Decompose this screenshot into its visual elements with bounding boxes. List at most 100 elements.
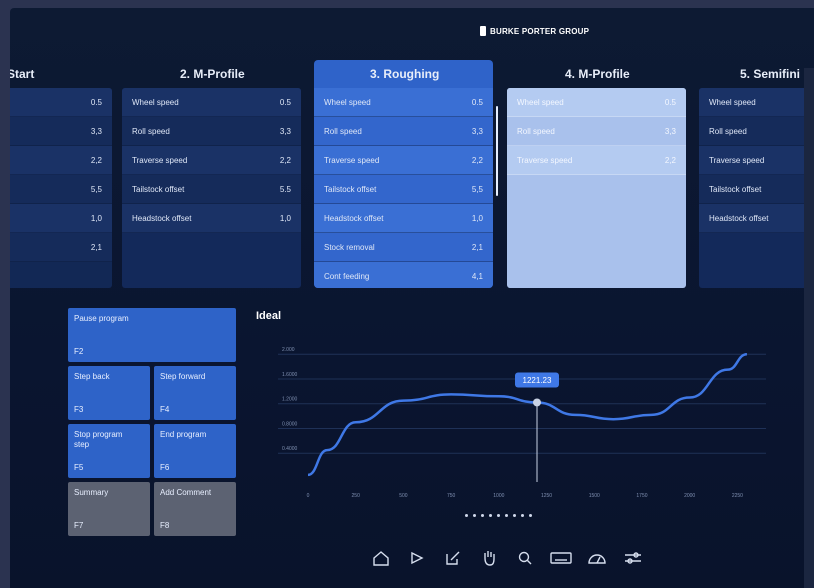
cursor-value-label: 1221.23 [523, 376, 552, 385]
param-row[interactable]: Roll speed 3,3 [507, 117, 686, 146]
param-row[interactable]: Wheel speed [699, 88, 814, 117]
param-value: 2,2 [664, 155, 676, 165]
param-value: 2,2 [90, 155, 102, 165]
step-card-3[interactable]: Wheel speed 0.5 Roll speed 3,3 Traverse spee… [314, 60, 493, 288]
settings-icon[interactable] [622, 548, 644, 568]
step-title-5[interactable]: 5. Semifini [740, 67, 800, 81]
step-title-2[interactable]: 2. M-Profile [180, 67, 245, 81]
step-forward-button[interactable]: Step forward F4 [154, 366, 236, 420]
step-title-3[interactable]: 3. Roughing [370, 67, 439, 81]
param-value: 2,1 [471, 242, 483, 252]
param-row[interactable]: Stock removal 2,1 [314, 233, 493, 262]
step-back-key: F3 [74, 405, 84, 414]
page-dot[interactable] [505, 514, 508, 517]
step-card-2[interactable]: Wheel speed 0.5 Roll speed 3,3 Traverse spee… [122, 88, 301, 288]
x-tick-label: 1000 [493, 493, 504, 499]
param-row[interactable]: Wheel speed 0.5 [122, 88, 301, 117]
param-row[interactable]: Headstock offset [699, 204, 814, 233]
param-label: Tailstock offset [324, 184, 377, 194]
page-dot[interactable] [513, 514, 516, 517]
x-tick-label: 750 [447, 493, 456, 499]
page-dot[interactable] [465, 514, 468, 517]
param-row[interactable]: 1,0 [10, 204, 112, 233]
param-value: 5,5 [90, 184, 102, 194]
add-comment-button[interactable]: Add Comment F8 [154, 482, 236, 536]
param-row[interactable]: Wheel speed 0.5 [507, 88, 686, 117]
param-label: Headstock offset [132, 213, 192, 223]
edit-icon[interactable] [442, 548, 464, 568]
page-dot[interactable] [521, 514, 524, 517]
page-dot[interactable] [481, 514, 484, 517]
brand-mark-icon [480, 26, 486, 36]
param-value: 0.5 [90, 97, 102, 107]
param-label: Roll speed [517, 126, 555, 136]
param-label: Roll speed [132, 126, 170, 136]
side-drawer-handle[interactable] [804, 68, 814, 588]
param-row[interactable]: Roll speed 3,3 [314, 117, 493, 146]
step-title-1[interactable]: Start [10, 67, 34, 81]
pause-label: Pause program [74, 314, 129, 323]
step-card-4[interactable]: Wheel speed 0.5 Roll speed 3,3 Traverse spee… [507, 88, 686, 288]
param-row[interactable]: Roll speed 3,3 [122, 117, 301, 146]
ideal-series-line [307, 352, 748, 477]
summary-key: F7 [74, 521, 84, 530]
param-row[interactable]: Headstock offset 1,0 [314, 204, 493, 233]
step-title-4[interactable]: 4. M-Profile [565, 67, 630, 81]
param-row[interactable]: 2,1 [10, 233, 112, 262]
param-row[interactable]: Wheel speed 0.5 [314, 88, 493, 117]
page-dot[interactable] [489, 514, 492, 517]
param-row[interactable]: Traverse speed [699, 146, 814, 175]
page-dot[interactable] [529, 514, 532, 517]
stop-program-step-button[interactable]: Stop program step F5 [68, 424, 150, 478]
step-card-5[interactable]: Wheel speed Roll speed Traverse speed Tails… [699, 88, 814, 288]
param-value: 0.5 [471, 97, 483, 107]
param-row[interactable]: Cont feeding 4,1 [314, 262, 493, 288]
param-row[interactable]: Tailstock offset 5.5 [122, 175, 301, 204]
param-value: 3,3 [90, 126, 102, 136]
scrollbar[interactable] [496, 106, 498, 196]
page-dot[interactable] [497, 514, 500, 517]
pause-program-button[interactable]: Pause program F2 [68, 308, 236, 362]
param-label: Cont feeding [324, 271, 370, 281]
param-row[interactable]: Traverse speed 2,2 [314, 146, 493, 175]
summary-button[interactable]: Summary F7 [68, 482, 150, 536]
summary-label: Summary [74, 488, 109, 497]
param-row[interactable]: Traverse speed 2,2 [507, 146, 686, 175]
step-forward-label: Step forward [160, 372, 206, 381]
param-value: 0.5 [279, 97, 291, 107]
param-row[interactable]: Roll speed [699, 117, 814, 146]
x-tick-label: 2250 [732, 493, 743, 499]
ideal-line-chart[interactable]: 0.4000 0.8000 1.2000 1.6000 2.000 0 250 500 750 1… [256, 328, 796, 503]
param-row[interactable]: 0.5 [10, 88, 112, 117]
keyboard-icon[interactable] [550, 548, 572, 568]
search-icon[interactable] [514, 548, 536, 568]
hand-icon[interactable] [478, 548, 500, 568]
stop-step-key: F5 [74, 463, 84, 472]
param-value: 1,0 [279, 213, 291, 223]
step-back-button[interactable]: Step back F3 [68, 366, 150, 420]
end-program-button[interactable]: End program F6 [154, 424, 236, 478]
param-row[interactable]: Headstock offset 1,0 [122, 204, 301, 233]
home-icon[interactable] [370, 548, 392, 568]
step-forward-key: F4 [160, 405, 170, 414]
gauge-icon[interactable] [586, 548, 608, 568]
y-tick-label: 0.4000 [282, 446, 298, 452]
param-value: 3,3 [664, 126, 676, 136]
param-label: Wheel speed [709, 97, 756, 107]
param-row[interactable]: 3,3 [10, 117, 112, 146]
param-row[interactable]: Tailstock offset [699, 175, 814, 204]
param-row[interactable]: Tailstock offset 5,5 [314, 175, 493, 204]
param-row[interactable]: 2,2 [10, 146, 112, 175]
play-icon[interactable] [406, 548, 428, 568]
page-indicator[interactable] [465, 514, 532, 517]
step-card-1[interactable]: 0.5 3,3 2,2 5,5 1,0 2,1 [10, 88, 112, 288]
param-label: Tailstock offset [709, 184, 762, 194]
param-row[interactable]: 5,5 [10, 175, 112, 204]
page-dot[interactable] [473, 514, 476, 517]
param-row[interactable]: Traverse speed 2,2 [122, 146, 301, 175]
x-tick-label: 500 [399, 493, 408, 499]
x-tick-label: 2000 [684, 493, 695, 499]
y-tick-label: 1.6000 [282, 372, 298, 378]
param-value: 2,1 [90, 242, 102, 252]
param-value: 3,3 [471, 126, 483, 136]
